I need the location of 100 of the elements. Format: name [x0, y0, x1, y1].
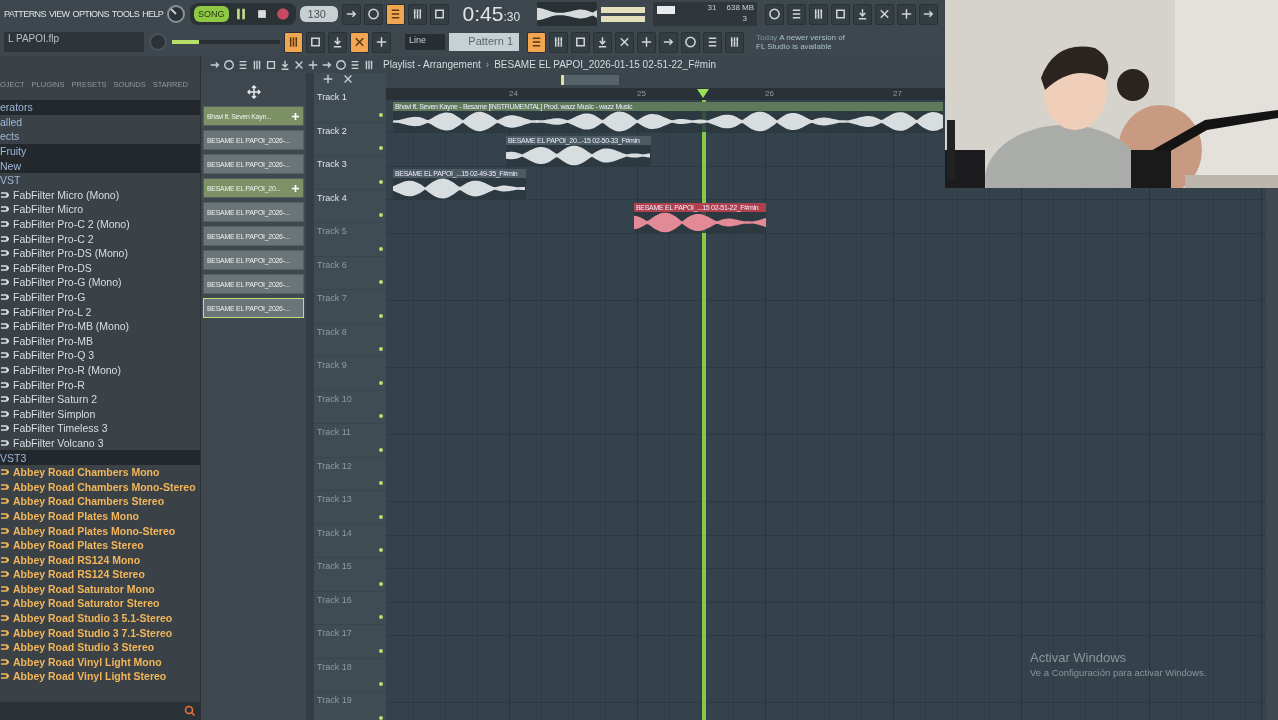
browser-item[interactable]: ects	[0, 129, 200, 144]
toolbar-button[interactable]	[527, 31, 546, 53]
menu-item[interactable]: HELP	[142, 9, 164, 19]
browser-item[interactable]: Abbey Road Plates Stereo	[0, 537, 200, 553]
browser-item-label: Abbey Road RS124 Stereo	[13, 568, 145, 581]
snap-dropdown[interactable]: Line	[405, 34, 445, 50]
browser-item[interactable]: Abbey Road RS124 Stereo	[0, 567, 200, 582]
browser-item[interactable]: VST	[0, 172, 200, 188]
browser-item[interactable]: Abbey Road RS124 Mono	[0, 552, 200, 567]
sliders-icon[interactable]	[251, 58, 263, 71]
toolbar-button[interactable]	[306, 31, 325, 53]
toolbar-button[interactable]	[681, 31, 700, 53]
menu-item[interactable]: TOOLS	[111, 9, 140, 19]
song-mode-button[interactable]: SONG	[194, 6, 229, 22]
browser-item[interactable]: alled	[0, 114, 200, 130]
toolbar-button[interactable]	[637, 31, 656, 53]
browser-item[interactable]: Fruity	[0, 143, 200, 159]
toolbar-button[interactable]	[896, 3, 916, 25]
browser-item[interactable]: Abbey Road Studio 3 7.1-Stereo	[0, 625, 200, 640]
plus-icon[interactable]	[322, 73, 334, 85]
toolbar-button[interactable]	[571, 31, 590, 53]
bars-icon[interactable]	[237, 58, 249, 71]
toolbar-button[interactable]	[830, 3, 850, 25]
toolbar-button[interactable]	[372, 31, 391, 53]
browser-item[interactable]: FabFilter Pro-R	[0, 377, 200, 392]
browser-item[interactable]: FabFilter Pro-C 2	[0, 231, 200, 246]
toolbar-button[interactable]	[328, 31, 347, 53]
toolbar-button[interactable]	[593, 31, 612, 53]
browser-item[interactable]: Abbey Road Studio 3 5.1-Stereo	[0, 610, 200, 626]
browser-item[interactable]: FabFilter Pro-G	[0, 289, 200, 305]
toolbar-button[interactable]	[407, 3, 427, 25]
plugin-icon	[0, 321, 10, 332]
toolbar-button[interactable]	[385, 3, 405, 25]
browser-item[interactable]: FabFilter Pro-MB	[0, 333, 200, 349]
browser-item[interactable]: Abbey Road Chambers Mono-Stereo	[0, 479, 200, 495]
search-icon[interactable]	[184, 705, 196, 717]
browser-item[interactable]: FabFilter Volcano 3	[0, 435, 200, 451]
scroll-thumb[interactable]	[561, 75, 619, 85]
toolbar-button[interactable]	[429, 3, 449, 25]
toolbar-button[interactable]	[363, 3, 383, 25]
toolbar-button[interactable]	[659, 31, 678, 53]
toolbar-button[interactable]	[874, 3, 894, 25]
download-icon[interactable]	[279, 58, 291, 71]
knob-icon[interactable]	[166, 4, 186, 24]
browser-item[interactable]: FabFilter Pro-DS (Mono)	[0, 245, 200, 261]
browser-item[interactable]: Abbey Road Studio 3 Stereo	[0, 639, 200, 655]
browser-item[interactable]: FabFilter Pro-L 2	[0, 304, 200, 319]
browser-item[interactable]: Abbey Road Vinyl Light Stereo	[0, 669, 200, 684]
browser-item[interactable]: Abbey Road Chambers Mono	[0, 464, 200, 480]
browser-item[interactable]: Abbey Road Vinyl Light Mono	[0, 654, 200, 670]
menu-item[interactable]: PATTERNS	[4, 9, 46, 19]
browser-item[interactable]: FabFilter Pro-DS	[0, 260, 200, 276]
browser-item-label: VST3	[0, 451, 27, 464]
browser-item[interactable]: VST3	[0, 450, 200, 465]
browser-item[interactable]: Abbey Road Saturator Stereo	[0, 596, 200, 611]
file-name-field[interactable]: L PAPOI.flp	[4, 32, 144, 52]
activation-text: Ve a Configuración para activar Windows.	[1030, 667, 1207, 678]
toolbar-button[interactable]	[725, 31, 744, 53]
bars-icon[interactable]	[349, 58, 361, 71]
tempo-field[interactable]: 130	[299, 6, 338, 22]
menu-item[interactable]: VIEW	[48, 9, 70, 19]
plugin-icon	[0, 627, 10, 638]
browser-item[interactable]: FabFilter Pro-Q 3	[0, 348, 200, 363]
browser-item-label: New	[0, 159, 21, 172]
toolbar-button[interactable]	[703, 31, 722, 53]
pattern-selector[interactable]: Pattern 1	[449, 33, 519, 51]
browser-item[interactable]: FabFilter Micro (Mono)	[0, 187, 200, 203]
toolbar-button[interactable]	[284, 31, 303, 53]
browser-item[interactable]: FabFilter Simplon	[0, 406, 200, 422]
toolbar-button[interactable]	[808, 3, 828, 25]
browser-item[interactable]: FabFilter Micro	[0, 202, 200, 217]
browser-item[interactable]: FabFilter Pro-MB (Mono)	[0, 318, 200, 334]
browser-item[interactable]: FabFilter Timeless 3	[0, 421, 200, 436]
browser-item[interactable]: Abbey Road Plates Mono	[0, 508, 200, 524]
square-icon[interactable]	[265, 58, 277, 71]
sliders-icon[interactable]	[363, 58, 375, 71]
browser-item[interactable]: New	[0, 158, 200, 173]
browser-item[interactable]: FabFilter Pro-G (Mono)	[0, 275, 200, 290]
status-dot	[379, 179, 383, 184]
browser-item[interactable]: FabFilter Pro-C 2 (Mono)	[0, 216, 200, 232]
scrollbar[interactable]	[1266, 188, 1278, 720]
toolbar-button[interactable]	[852, 3, 872, 25]
browser-item[interactable]: Abbey Road Plates Mono-Stereo	[0, 523, 200, 538]
cross-icon[interactable]	[342, 73, 354, 85]
browser-item[interactable]: FabFilter Saturn 2	[0, 391, 200, 407]
browser-item[interactable]: FabFilter Pro-R (Mono)	[0, 362, 200, 378]
toolbar-button[interactable]	[918, 3, 938, 25]
browser-item[interactable]: Abbey Road Saturator Mono	[0, 581, 200, 597]
browser-item[interactable]: erators	[0, 100, 200, 115]
plus-icon[interactable]	[307, 58, 319, 71]
toolbar-button[interactable]	[341, 3, 361, 25]
browser-item[interactable]: Abbey Road Chambers Stereo	[0, 494, 200, 509]
move-icon[interactable]	[246, 85, 261, 99]
toolbar-button[interactable]	[764, 3, 784, 25]
toolbar-button[interactable]	[615, 31, 634, 53]
toolbar-button[interactable]	[350, 31, 369, 53]
toolbar-button[interactable]	[549, 31, 568, 53]
toolbar-button[interactable]	[786, 3, 806, 25]
arrangement-name[interactable]: BESAME EL PAPOI_2026-01-15 02-51-22_F#min	[494, 59, 716, 70]
menu-item[interactable]: OPTIONS	[72, 9, 109, 19]
